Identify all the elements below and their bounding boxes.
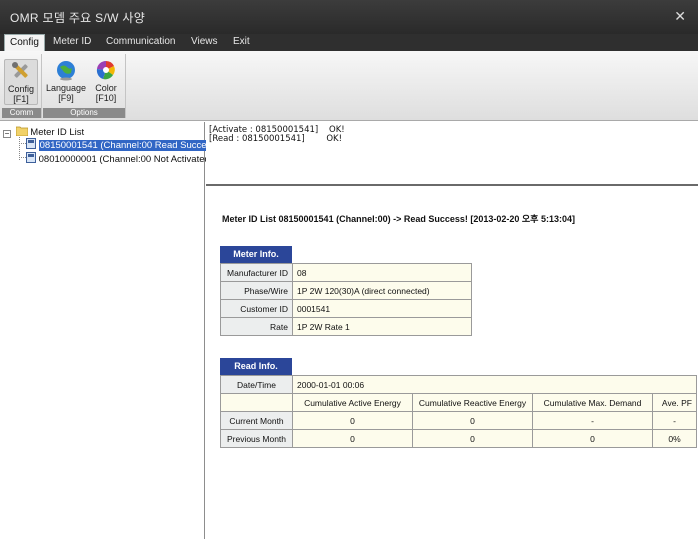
title-bar: OMR 모뎀 주요 S/W 사양 ✕ — [0, 0, 698, 34]
meter-tree-pane: − Meter ID List 08150001541 (Channel:00 … — [0, 122, 213, 539]
table-row: Current Month 0 0 - - — [220, 411, 697, 430]
globe-icon — [57, 61, 75, 81]
folder-icon — [15, 126, 29, 137]
window-title: OMR 모뎀 주요 S/W 사양 — [10, 11, 146, 25]
read-result-heading: Meter ID List 08150001541 (Channel:00) -… — [222, 214, 575, 224]
field-label: Customer ID — [220, 299, 293, 318]
read-info-table: Date/Time 2000-01-01 00:06 Cumulative Ac… — [220, 375, 697, 448]
log-line: [Read : 08150001541] OK! — [209, 134, 343, 144]
row-label: Previous Month — [220, 429, 293, 448]
tree-root-label: Meter ID List — [30, 127, 85, 138]
config-icon — [12, 62, 28, 78]
tree-item-label: 08150001541 (Channel:00 Read Succes — [38, 140, 213, 151]
menu-config[interactable]: Config — [4, 34, 45, 51]
field-value: 1P 2W Rate 1 — [292, 317, 472, 336]
table-row: Customer ID 0001541 — [220, 299, 472, 318]
close-icon[interactable]: ✕ — [674, 8, 686, 25]
color-button[interactable]: Color [F10] — [89, 59, 123, 103]
config-button-key: [F1] — [13, 94, 29, 104]
menu-views[interactable]: Views — [186, 34, 223, 51]
field-value: 0001541 — [292, 299, 472, 318]
table-row: Date/Time 2000-01-01 00:06 — [220, 375, 697, 394]
color-button-label: Color — [95, 83, 117, 93]
collapse-icon[interactable]: − — [3, 130, 11, 138]
meter-icon — [26, 138, 36, 149]
menu-exit[interactable]: Exit — [228, 34, 255, 51]
table-cell: 0% — [652, 429, 697, 448]
column-header: Cumulative Max. Demand — [532, 393, 653, 412]
table-row: Rate 1P 2W Rate 1 — [220, 317, 472, 336]
tree-connector — [19, 157, 26, 158]
ribbon-group-comm: Config [F1] Comm — [2, 54, 42, 118]
menu-bar: Config Meter ID Communication Views Exit — [0, 34, 698, 51]
table-cell: - — [652, 411, 697, 430]
column-header: Cumulative Reactive Energy — [412, 393, 533, 412]
color-button-key: [F10] — [95, 93, 117, 103]
config-button[interactable]: Config [F1] — [4, 59, 38, 105]
table-row: Previous Month 0 0 0 0% — [220, 429, 697, 448]
detail-pane: Meter ID List 08150001541 (Channel:00) -… — [206, 188, 698, 539]
table-cell: 0 — [412, 411, 533, 430]
empty-header-cell — [220, 393, 293, 412]
field-label: Phase/Wire — [220, 281, 293, 300]
field-label: Rate — [220, 317, 293, 336]
tree-item-meter[interactable]: 08010000001 (Channel:00 Not Activated — [26, 152, 210, 165]
log-pane: [Activate : 08150001541] OK! [Read : 081… — [206, 122, 698, 186]
column-header: Ave. PF — [652, 393, 697, 412]
table-row: Phase/Wire 1P 2W 120(30)A (direct connec… — [220, 281, 472, 300]
field-label: Date/Time — [220, 375, 293, 394]
meter-info-title: Meter Info. — [220, 246, 292, 263]
field-value: 1P 2W 120(30)A (direct connected) — [292, 281, 472, 300]
datetime-value: 2000-01-01 00:06 — [292, 375, 697, 394]
ribbon-group-label: Comm — [2, 108, 41, 118]
table-cell: 0 — [292, 411, 413, 430]
table-cell: 0 — [292, 429, 413, 448]
ribbon-toolbar: Config [F1] Comm Language [F9] Color [F1… — [0, 51, 698, 121]
tree-connector — [19, 143, 26, 144]
language-button[interactable]: Language [F9] — [46, 59, 86, 103]
tree-root[interactable]: − Meter ID List — [3, 126, 84, 138]
field-label: Manufacturer ID — [220, 263, 293, 282]
config-button-label: Config — [7, 84, 34, 94]
tree-item-label: 08010000001 (Channel:00 Not Activated — [38, 154, 210, 165]
ribbon-group-label: Options — [43, 108, 125, 118]
color-wheel-icon — [96, 60, 115, 80]
table-cell: 0 — [412, 429, 533, 448]
menu-communication[interactable]: Communication — [101, 34, 180, 51]
read-info-title: Read Info. — [220, 358, 292, 375]
menu-meter-id[interactable]: Meter ID — [48, 34, 96, 51]
tree-item-meter[interactable]: 08150001541 (Channel:00 Read Succes — [26, 138, 213, 151]
table-header-row: Cumulative Active Energy Cumulative Reac… — [220, 393, 697, 412]
language-button-key: [F9] — [58, 93, 74, 103]
column-header: Cumulative Active Energy — [292, 393, 413, 412]
table-row: Manufacturer ID 08 — [220, 263, 472, 282]
language-button-label: Language — [46, 83, 87, 93]
meter-info-table: Manufacturer ID 08 Phase/Wire 1P 2W 120(… — [220, 263, 472, 336]
field-value: 08 — [292, 263, 472, 282]
table-cell: - — [532, 411, 653, 430]
row-label: Current Month — [220, 411, 293, 430]
meter-icon — [26, 152, 36, 163]
ribbon-group-options: Language [F9] Color [F10] Options — [43, 54, 126, 118]
table-cell: 0 — [532, 429, 653, 448]
